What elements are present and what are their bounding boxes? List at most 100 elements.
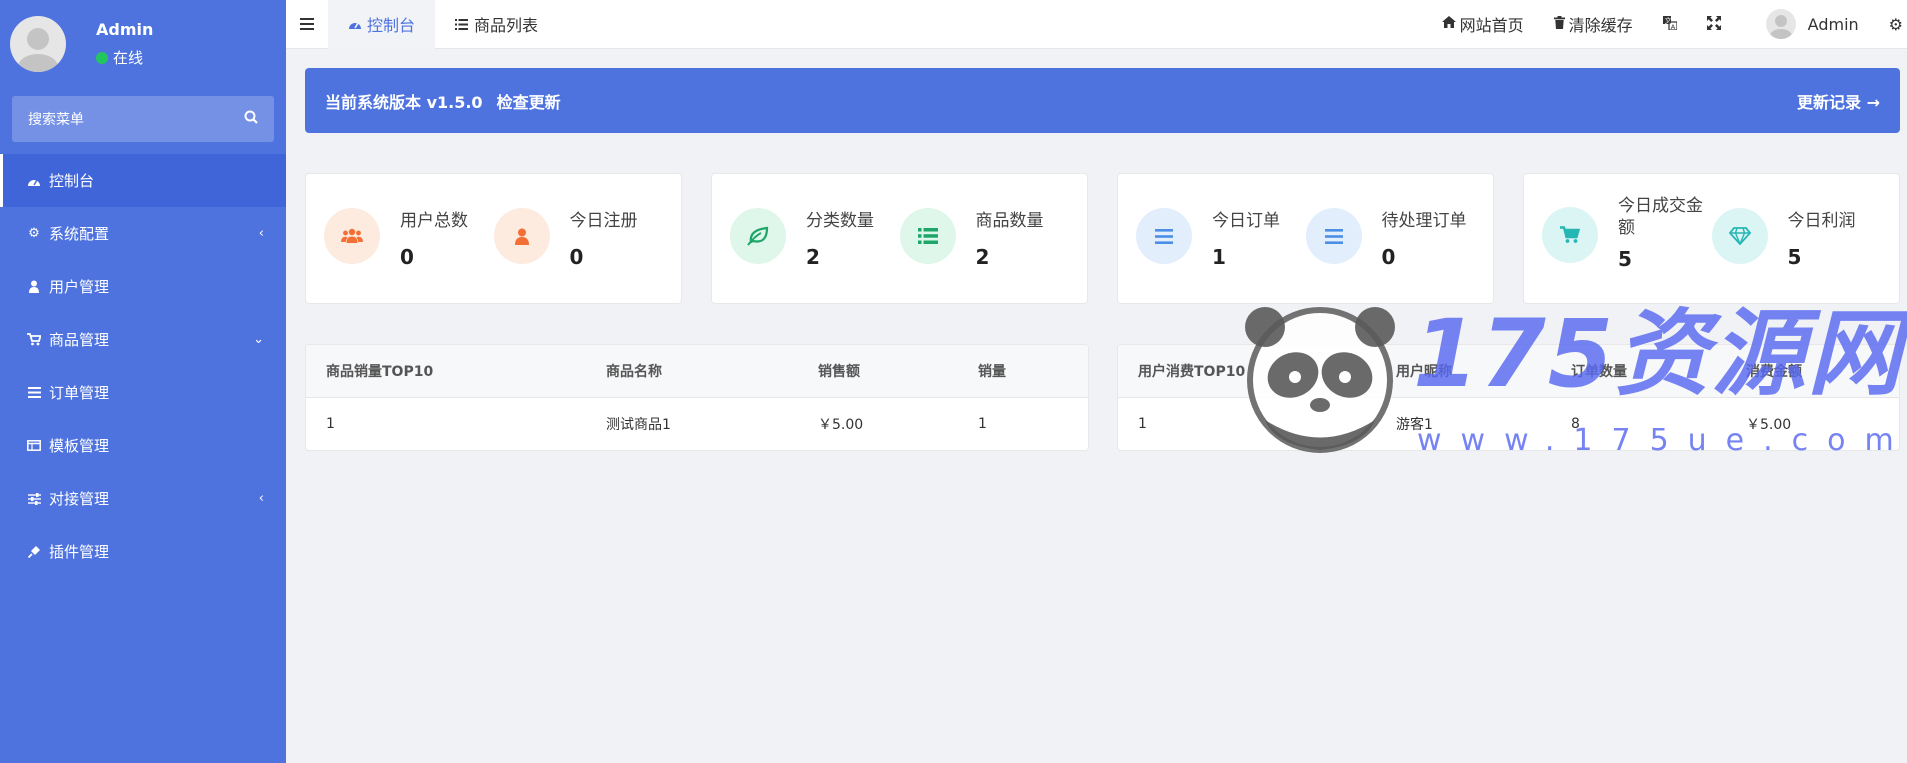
stat-label: 用户总数 (400, 211, 468, 231)
user-name: Admin (96, 20, 154, 39)
column-header: 销量 (958, 345, 1088, 398)
stat-label: 今日订单 (1212, 211, 1280, 231)
stat-total-users: 用户总数 0 (324, 208, 494, 269)
sidebar-item-label: 用户管理 (49, 278, 110, 296)
settings-button[interactable]: ⚙ (1889, 15, 1907, 34)
check-update-link[interactable]: 检查更新 (497, 89, 561, 113)
clear-cache-label: 清除缓存 (1568, 16, 1633, 35)
stat-value: 0 (569, 245, 584, 269)
site-home-label: 网站首页 (1459, 16, 1524, 35)
list-icon (899, 208, 956, 264)
template-icon (25, 440, 43, 451)
table-row: 1 游客1 8 ￥5.00 (1118, 397, 1899, 450)
leaf-icon (730, 208, 786, 264)
table-cell: 1 (1138, 415, 1147, 432)
translate-icon[interactable]: 文A (1662, 15, 1678, 34)
table-header-row: 用户消费TOP10 用户昵称 订单数量 消费金额 (1118, 345, 1899, 398)
stat-value: 2 (806, 245, 820, 269)
stat-label: 待处理订单 (1381, 211, 1467, 231)
top-user-name: Admin (1807, 14, 1859, 34)
stat-label: 今日利润 (1787, 211, 1856, 231)
menu-search-input[interactable]: 搜索菜单 (12, 96, 274, 142)
bars-icon (1136, 208, 1192, 264)
top-nav-actions: 网站首页 清除缓存 文A Admin ⚙ (1427, 0, 1907, 49)
tab-dashboard[interactable]: 控制台 (328, 0, 436, 49)
column-header: 销售额 (798, 345, 958, 398)
table-cell: 1 (978, 415, 987, 432)
language-button[interactable]: 文A (1648, 15, 1692, 34)
sidebar-item-label: 控制台 (49, 172, 95, 190)
trash-icon (1553, 15, 1565, 33)
gears-icon[interactable]: ⚙ (1889, 15, 1903, 34)
user-icon (25, 280, 43, 293)
hamburger-icon[interactable] (300, 18, 314, 30)
column-header: 商品销量TOP10 (306, 345, 586, 398)
list-icon (455, 18, 469, 30)
cart-icon (1542, 206, 1598, 263)
sidebar-item-users[interactable]: 用户管理 (0, 260, 286, 313)
sidebar-item-dashboard[interactable]: 控制台 (0, 154, 286, 207)
version-text: 当前系统版本 v1.5.0 (325, 92, 483, 112)
search-icon[interactable] (244, 110, 258, 128)
tab-goods-list[interactable]: 商品列表 (435, 0, 558, 49)
bars-icon (1305, 208, 1362, 264)
tab-label: 商品列表 (474, 16, 539, 35)
column-header: 用户昵称 (1376, 345, 1551, 398)
user-status-label: 在线 (113, 49, 144, 67)
fullscreen-button[interactable] (1692, 15, 1736, 34)
column-header: 订单数量 (1551, 345, 1726, 398)
column-header: 商品名称 (586, 345, 798, 398)
avatar (1765, 9, 1796, 39)
fullscreen-icon[interactable] (1706, 15, 1721, 34)
sidebar-menu: 控制台 ⚙ 系统配置 ‹ 用户管理 商品管理 ⌄ 订单管理 模板管理 对接管理 … (0, 154, 286, 578)
user-consumption-table: 用户消费TOP10 用户昵称 订单数量 消费金额 1 游客1 8 ￥5.00 (1117, 344, 1900, 451)
stat-value: 5 (1787, 245, 1802, 269)
sidebar-item-label: 系统配置 (49, 225, 110, 243)
sidebar-item-label: 商品管理 (49, 331, 110, 349)
dashboard-icon (25, 175, 43, 187)
stat-category-count: 分类数量 2 (730, 208, 900, 269)
sidebar-item-goods[interactable]: 商品管理 ⌄ (0, 313, 286, 366)
sidebar-item-orders[interactable]: 订单管理 (0, 366, 286, 419)
sidebar-item-integration[interactable]: 对接管理 ‹ (0, 472, 286, 525)
stat-value: 0 (400, 245, 414, 269)
sidebar-item-templates[interactable]: 模板管理 (0, 419, 286, 472)
sidebar-item-label: 模板管理 (49, 437, 110, 455)
stat-goods-count: 商品数量 2 (899, 208, 1070, 269)
table-header-row: 商品销量TOP10 商品名称 销售额 销量 (306, 345, 1088, 398)
sidebar: Admin 在线 搜索菜单 控制台 ⚙ 系统配置 ‹ 用户管理 商品管理 ⌄ 订… (0, 0, 286, 763)
users-icon (324, 208, 380, 264)
table-cell: 测试商品1 (606, 416, 671, 433)
clear-cache-button[interactable]: 清除缓存 (1539, 12, 1648, 36)
sidebar-item-label: 对接管理 (49, 490, 110, 508)
changelog-link[interactable]: 更新记录 → (1797, 89, 1880, 113)
stat-cards: 用户总数 0 今日注册 0 分类数量 2 商品数量 2 今日订单 1 待处理订单… (305, 173, 1900, 304)
user-panel: Admin 在线 (0, 0, 286, 88)
chevron-left-icon: ‹ (258, 491, 264, 506)
sidebar-item-system-config[interactable]: ⚙ 系统配置 ‹ (0, 207, 286, 260)
column-header: 用户消费TOP10 (1118, 345, 1376, 398)
goods-sales-table: 商品销量TOP10 商品名称 销售额 销量 1 测试商品1 ￥5.00 1 (305, 344, 1089, 451)
table-cell: 8 (1571, 415, 1580, 432)
menu-search-placeholder: 搜索菜单 (28, 112, 84, 128)
table-cell: 游客1 (1396, 416, 1433, 433)
stat-today-registrations: 今日注册 0 (493, 208, 664, 269)
user-menu[interactable]: Admin (1736, 9, 1889, 39)
sidebar-item-plugins[interactable]: 插件管理 (0, 525, 286, 578)
gear-icon: ⚙ (28, 226, 40, 241)
table-cell: 1 (326, 415, 335, 432)
menu-toggle-button[interactable] (286, 0, 328, 49)
stat-card-revenue: 今日成交金额 5 今日利润 5 (1523, 173, 1900, 304)
tab-label: 控制台 (367, 16, 416, 35)
dashboard-icon (348, 18, 362, 30)
stat-pending-orders: 待处理订单 0 (1305, 208, 1476, 269)
cart-icon (25, 333, 43, 346)
stat-value: 1 (1212, 245, 1226, 269)
stat-label: 分类数量 (806, 211, 874, 231)
plug-icon (25, 545, 43, 558)
site-home-link[interactable]: 网站首页 (1427, 12, 1539, 36)
chevron-down-icon: ⌄ (253, 332, 264, 347)
avatar (10, 16, 66, 72)
top-nav: 控制台 商品列表 网站首页 清除缓存 文A Admin ⚙ (286, 0, 1907, 49)
stat-card-goods: 分类数量 2 商品数量 2 (711, 173, 1088, 304)
